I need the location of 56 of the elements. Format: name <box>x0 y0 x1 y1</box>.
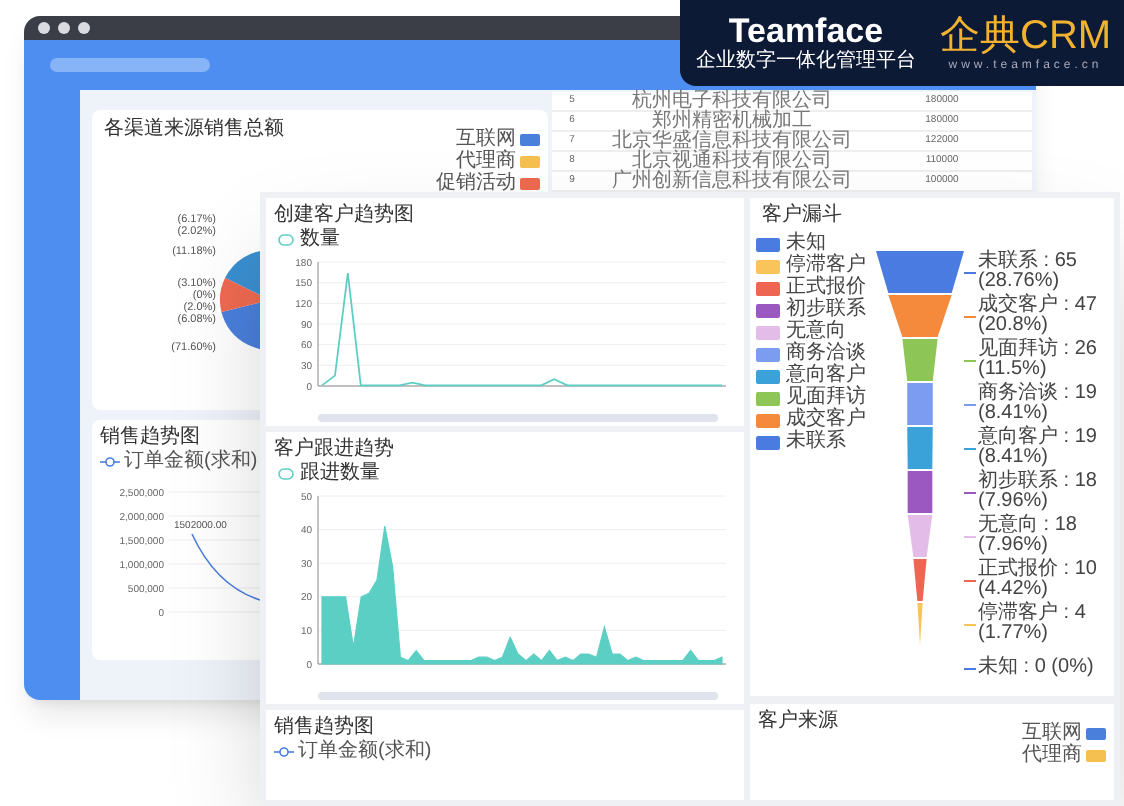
trend-line <box>191 533 260 601</box>
legend-label: 初步联系 <box>786 300 866 320</box>
scrollbar[interactable] <box>318 692 718 700</box>
legend-label: 跟进数量 <box>300 464 380 484</box>
panel-title: 各渠道来源销售总额 <box>104 120 284 140</box>
funnel-label: 商务洽谈 : 19 (8.41%) <box>976 384 1099 424</box>
search-field[interactable] <box>50 58 210 72</box>
funnel-segment <box>907 471 933 513</box>
funnel-label: 成交客户 : 47 (20.8%) <box>976 296 1099 336</box>
legend-label: 无意向 <box>786 322 846 342</box>
funnel-label: 未联系 : 65 (28.76%) <box>976 252 1079 292</box>
scrollbar[interactable] <box>318 414 718 422</box>
table-cell-text: 广州创新信息科技有限公司 <box>610 171 854 191</box>
legend-label: 互联网 <box>1022 724 1082 744</box>
legend-label: 正式报价 <box>786 278 866 298</box>
legend-label: 代理商 <box>1022 746 1082 766</box>
legend-label: 代理商 <box>456 152 516 172</box>
legend-label: 意向客户 <box>786 366 866 386</box>
funnel-label: 初步联系 : 18 (7.96%) <box>976 472 1099 512</box>
funnel-label: 无意向 : 18 (7.96%) <box>976 516 1079 556</box>
funnel-label: 见面拜访 : 26 (11.5%) <box>976 340 1099 380</box>
panel-title: 销售趋势图 <box>274 718 376 738</box>
panel-title: 创建客户趋势图 <box>274 206 416 226</box>
funnel-label: 停滞客户 : 4 (1.77%) <box>976 604 1088 644</box>
legend-icon <box>278 468 294 480</box>
legend-label: 促销活动 <box>436 174 516 194</box>
legend-label: 商务洽谈 <box>786 344 866 364</box>
brand-name: Teamface <box>728 14 884 50</box>
legend-label: 未知 <box>786 234 826 254</box>
legend-label: 见面拜访 <box>786 388 866 408</box>
legend-label: 未联系 <box>786 432 846 452</box>
funnel-label: 意向客户 : 19 (8.41%) <box>976 428 1099 468</box>
panel-title: 客户跟进趋势 <box>274 440 396 460</box>
legend-label: 成交客户 <box>786 410 866 430</box>
panel-title: 销售趋势图 <box>100 428 200 448</box>
product-name: 企典CRM <box>940 13 1112 57</box>
funnel-label: 正式报价 : 10 (4.42%) <box>976 560 1099 600</box>
table-cell-text: 北京视通科技有限公司 <box>632 151 832 171</box>
funnel-segment <box>907 383 933 425</box>
funnel-segment <box>907 427 933 469</box>
table-cell-text: 北京华盛信息科技有限公司 <box>610 131 854 151</box>
panel-title: 客户来源 <box>758 712 838 732</box>
legend-label: 订单金额(求和) <box>124 452 258 472</box>
panel-title: 客户漏斗 <box>760 206 844 226</box>
legend-label: 数量 <box>300 230 340 250</box>
legend-label: 互联网 <box>456 130 516 150</box>
brand-tagline: 企业数字一体化管理平台 <box>696 50 916 72</box>
funnel-segment <box>876 251 964 293</box>
legend-icon <box>274 746 294 758</box>
funnel-label: 未知 : 0 (0%) <box>976 658 1096 678</box>
legend-icon <box>278 234 294 246</box>
table-cell-text: 郑州精密机械加工 <box>652 111 812 131</box>
legend-label: 订单金额(求和) <box>298 742 432 762</box>
legend-icon <box>100 456 120 468</box>
legend-label: 停滞客户 <box>786 256 866 276</box>
table-cell-text: 杭州电子科技有限公司 <box>630 91 834 111</box>
